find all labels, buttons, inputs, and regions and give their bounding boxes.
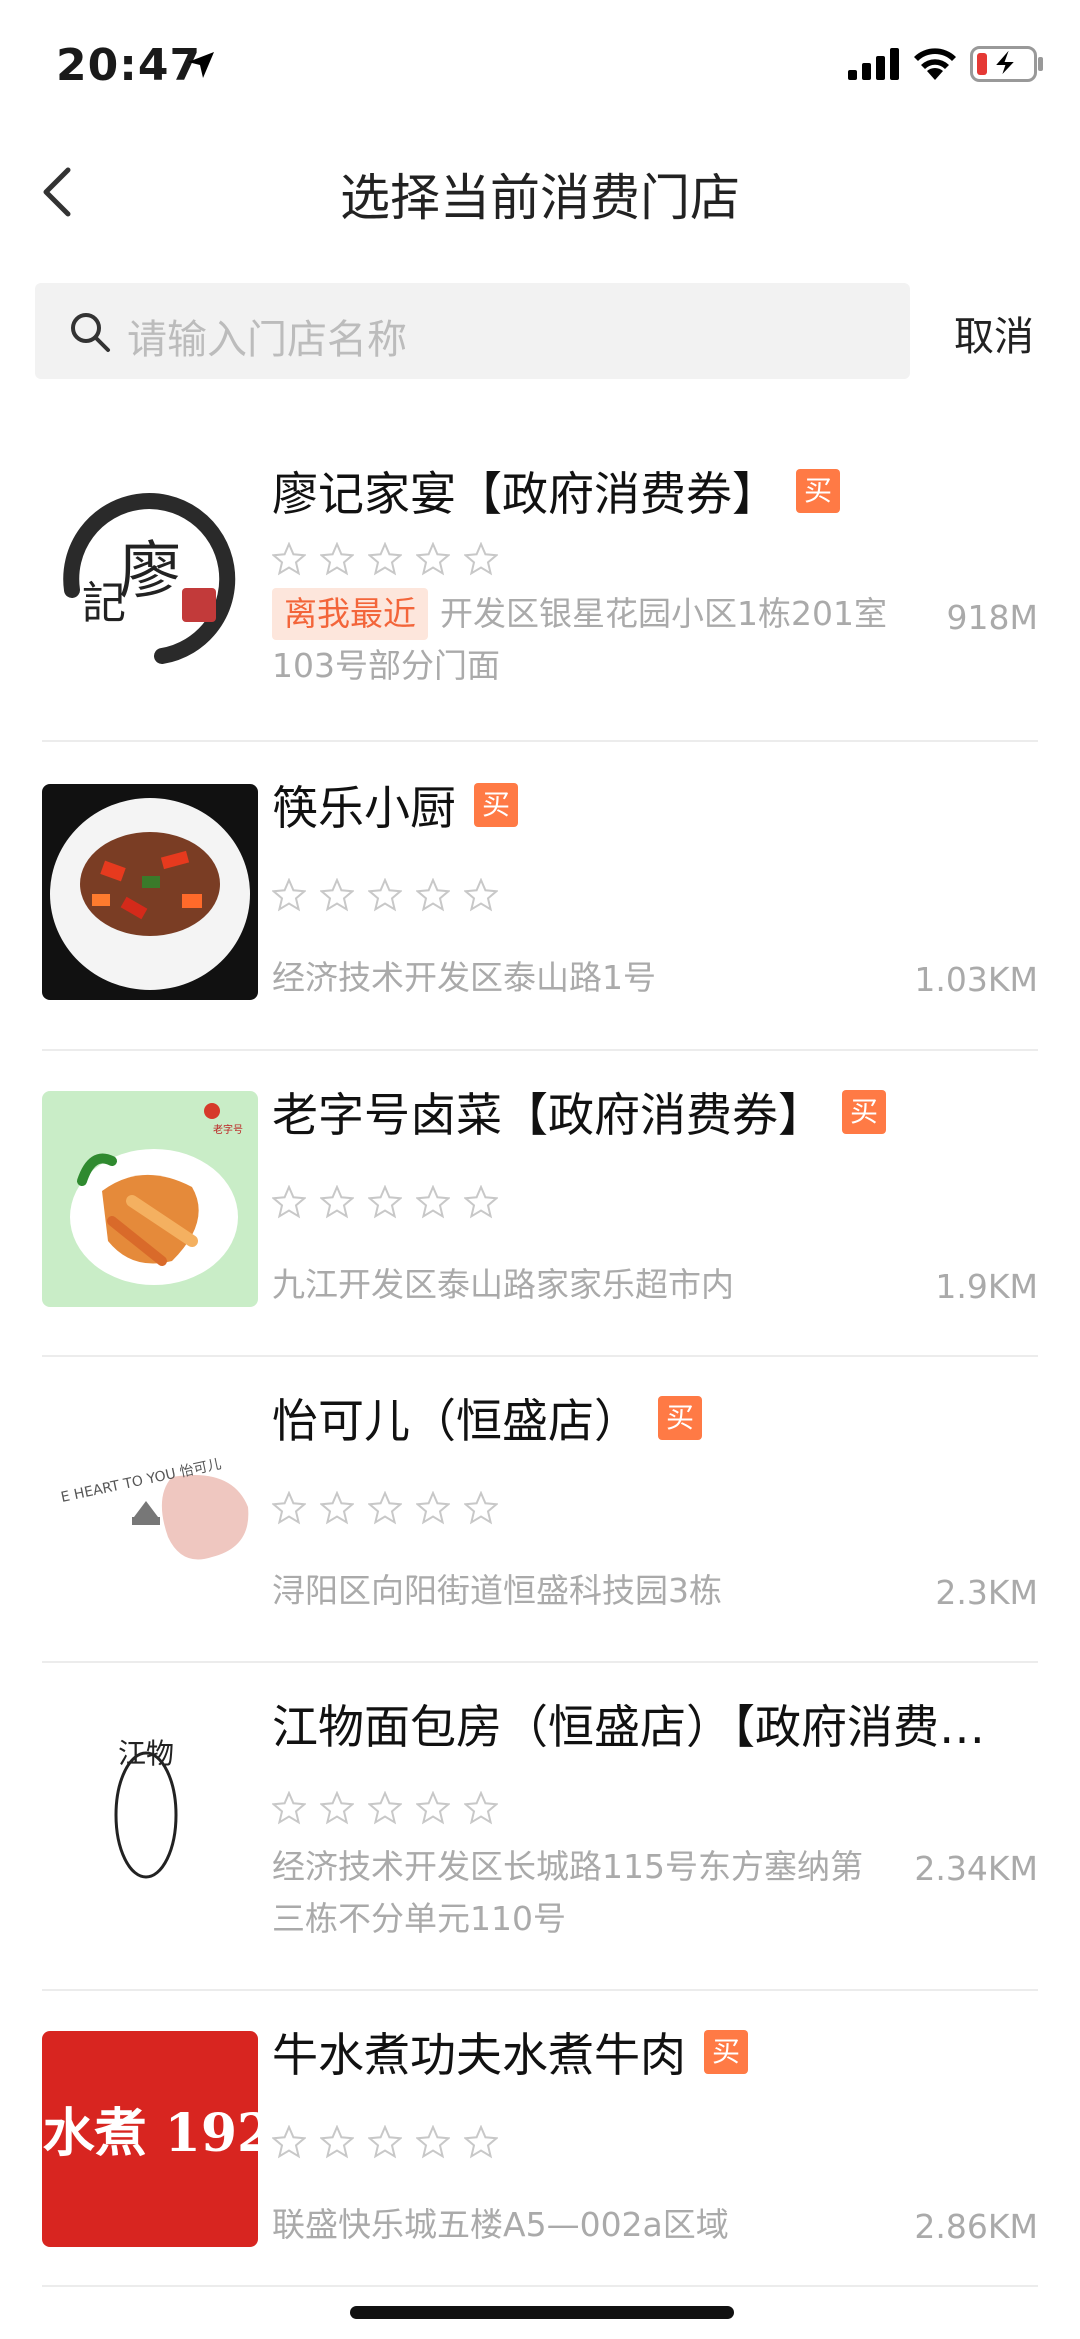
store-logo: 江物 bbox=[42, 1703, 258, 1919]
star-icon bbox=[272, 878, 306, 912]
nav-bar: 选择当前消费门店 bbox=[0, 140, 1080, 240]
star-icon bbox=[272, 1491, 306, 1525]
rating-stars bbox=[272, 2125, 498, 2159]
store-address: 九江开发区泰山路家家乐超市内 bbox=[272, 1265, 734, 1304]
star-icon bbox=[320, 1185, 354, 1219]
store-item[interactable]: 筷乐小厨 买 经济技术开发区泰山路1号 1.03KM bbox=[42, 744, 1038, 1051]
star-icon bbox=[320, 878, 354, 912]
star-icon bbox=[272, 542, 306, 576]
buy-badge: 买 bbox=[658, 1396, 702, 1440]
star-icon bbox=[368, 542, 402, 576]
star-icon bbox=[464, 2125, 498, 2159]
status-bar: 20:47 bbox=[0, 0, 1080, 130]
star-icon bbox=[368, 1185, 402, 1219]
store-item[interactable]: 廖 記 廖记家宴【政府消费券】 买 离我最近 开发区银星花园小区1栋201室103… bbox=[42, 430, 1038, 742]
search-icon bbox=[71, 313, 110, 352]
store-address: 经济技术开发区泰山路1号 bbox=[272, 958, 656, 997]
logo-text: 牛水煮 1925 bbox=[42, 2103, 258, 2164]
buy-badge: 买 bbox=[842, 1090, 886, 1134]
star-icon bbox=[416, 878, 450, 912]
rating-stars bbox=[272, 1491, 498, 1525]
location-arrow-icon bbox=[188, 52, 214, 78]
store-name: 廖记家宴【政府消费券】 bbox=[272, 467, 778, 521]
star-icon bbox=[464, 1791, 498, 1825]
store-distance: 2.3KM bbox=[935, 1573, 1038, 1612]
store-name: 牛水煮功夫水煮牛肉 bbox=[272, 2028, 686, 2082]
wifi-icon bbox=[914, 48, 956, 80]
svg-text:老字号: 老字号 bbox=[213, 1123, 243, 1136]
store-item[interactable]: 老字号 老字号卤菜【政府消费券】 买 九江开发区泰山路家家乐超市内 1.9KM bbox=[42, 1051, 1038, 1357]
store-item[interactable]: 江物 江物面包房（恒盛店）【政府消费… 经济技术开发区长城路115号东方塞纳第三… bbox=[42, 1663, 1038, 1991]
cellular-signal-icon bbox=[848, 48, 899, 80]
star-icon bbox=[464, 1185, 498, 1219]
store-logo: E HEART TO YOU 怡可儿 bbox=[42, 1397, 258, 1613]
star-icon bbox=[272, 1791, 306, 1825]
buy-badge: 买 bbox=[704, 2030, 748, 2074]
star-icon bbox=[368, 1791, 402, 1825]
star-icon bbox=[368, 878, 402, 912]
rating-stars bbox=[272, 1185, 498, 1219]
store-photo: 老字号 bbox=[42, 1091, 258, 1307]
store-item[interactable]: 牛水煮 1925 牛水煮功夫水煮牛肉 买 联盛快乐城五楼A5—002a区域 2.… bbox=[42, 1991, 1038, 2287]
rating-stars bbox=[272, 1791, 498, 1825]
status-time: 20:47 bbox=[56, 40, 202, 91]
store-logo: 牛水煮 1925 bbox=[42, 2031, 258, 2247]
star-icon bbox=[416, 1491, 450, 1525]
store-distance: 1.9KM bbox=[935, 1267, 1038, 1306]
store-photo bbox=[42, 784, 258, 1000]
store-name: 怡可儿（恒盛店） bbox=[272, 1394, 640, 1448]
home-indicator bbox=[350, 2306, 734, 2319]
store-address: 联盛快乐城五楼A5—002a区域 bbox=[272, 2205, 729, 2244]
store-address: 浔阳区向阳街道恒盛科技园3栋 bbox=[272, 1571, 722, 1610]
store-name: 老字号卤菜【政府消费券】 bbox=[272, 1088, 824, 1142]
store-item[interactable]: E HEART TO YOU 怡可儿 怡可儿（恒盛店） 买 浔阳区向阳街道恒盛科… bbox=[42, 1357, 1038, 1663]
rating-stars bbox=[272, 542, 498, 576]
page-title: 选择当前消费门店 bbox=[340, 169, 740, 227]
store-address: 经济技术开发区长城路115号东方塞纳第三栋不分单元110号 bbox=[272, 1847, 863, 1938]
store-distance: 2.34KM bbox=[914, 1849, 1038, 1888]
store-name: 筷乐小厨 bbox=[272, 781, 456, 835]
store-logo: 廖 記 bbox=[42, 470, 258, 686]
battery-charging-icon bbox=[970, 46, 1043, 82]
nearest-tag: 离我最近 bbox=[272, 588, 428, 640]
star-icon bbox=[464, 878, 498, 912]
star-icon bbox=[320, 542, 354, 576]
search-input[interactable]: 请输入门店名称 bbox=[35, 283, 910, 379]
star-icon bbox=[368, 2125, 402, 2159]
star-icon bbox=[416, 542, 450, 576]
store-distance: 918M bbox=[946, 598, 1038, 637]
star-icon bbox=[416, 2125, 450, 2159]
store-distance: 2.86KM bbox=[914, 2207, 1038, 2246]
store-name: 江物面包房（恒盛店）【政府消费… bbox=[272, 1700, 985, 1754]
star-icon bbox=[320, 1491, 354, 1525]
rating-stars bbox=[272, 878, 498, 912]
buy-badge: 买 bbox=[796, 469, 840, 513]
logo-text: 江物 bbox=[118, 1737, 174, 1770]
star-icon bbox=[368, 1491, 402, 1525]
store-distance: 1.03KM bbox=[914, 960, 1038, 999]
star-icon bbox=[464, 1491, 498, 1525]
search-placeholder: 请输入门店名称 bbox=[127, 317, 407, 363]
star-icon bbox=[272, 1185, 306, 1219]
buy-badge: 买 bbox=[474, 783, 518, 827]
svg-text:記: 記 bbox=[82, 578, 126, 629]
svg-text:廖: 廖 bbox=[119, 534, 181, 607]
star-icon bbox=[320, 1791, 354, 1825]
star-icon bbox=[320, 2125, 354, 2159]
star-icon bbox=[416, 1185, 450, 1219]
star-icon bbox=[464, 542, 498, 576]
cancel-button[interactable]: 取消 bbox=[954, 304, 1034, 362]
star-icon bbox=[272, 2125, 306, 2159]
star-icon bbox=[416, 1791, 450, 1825]
